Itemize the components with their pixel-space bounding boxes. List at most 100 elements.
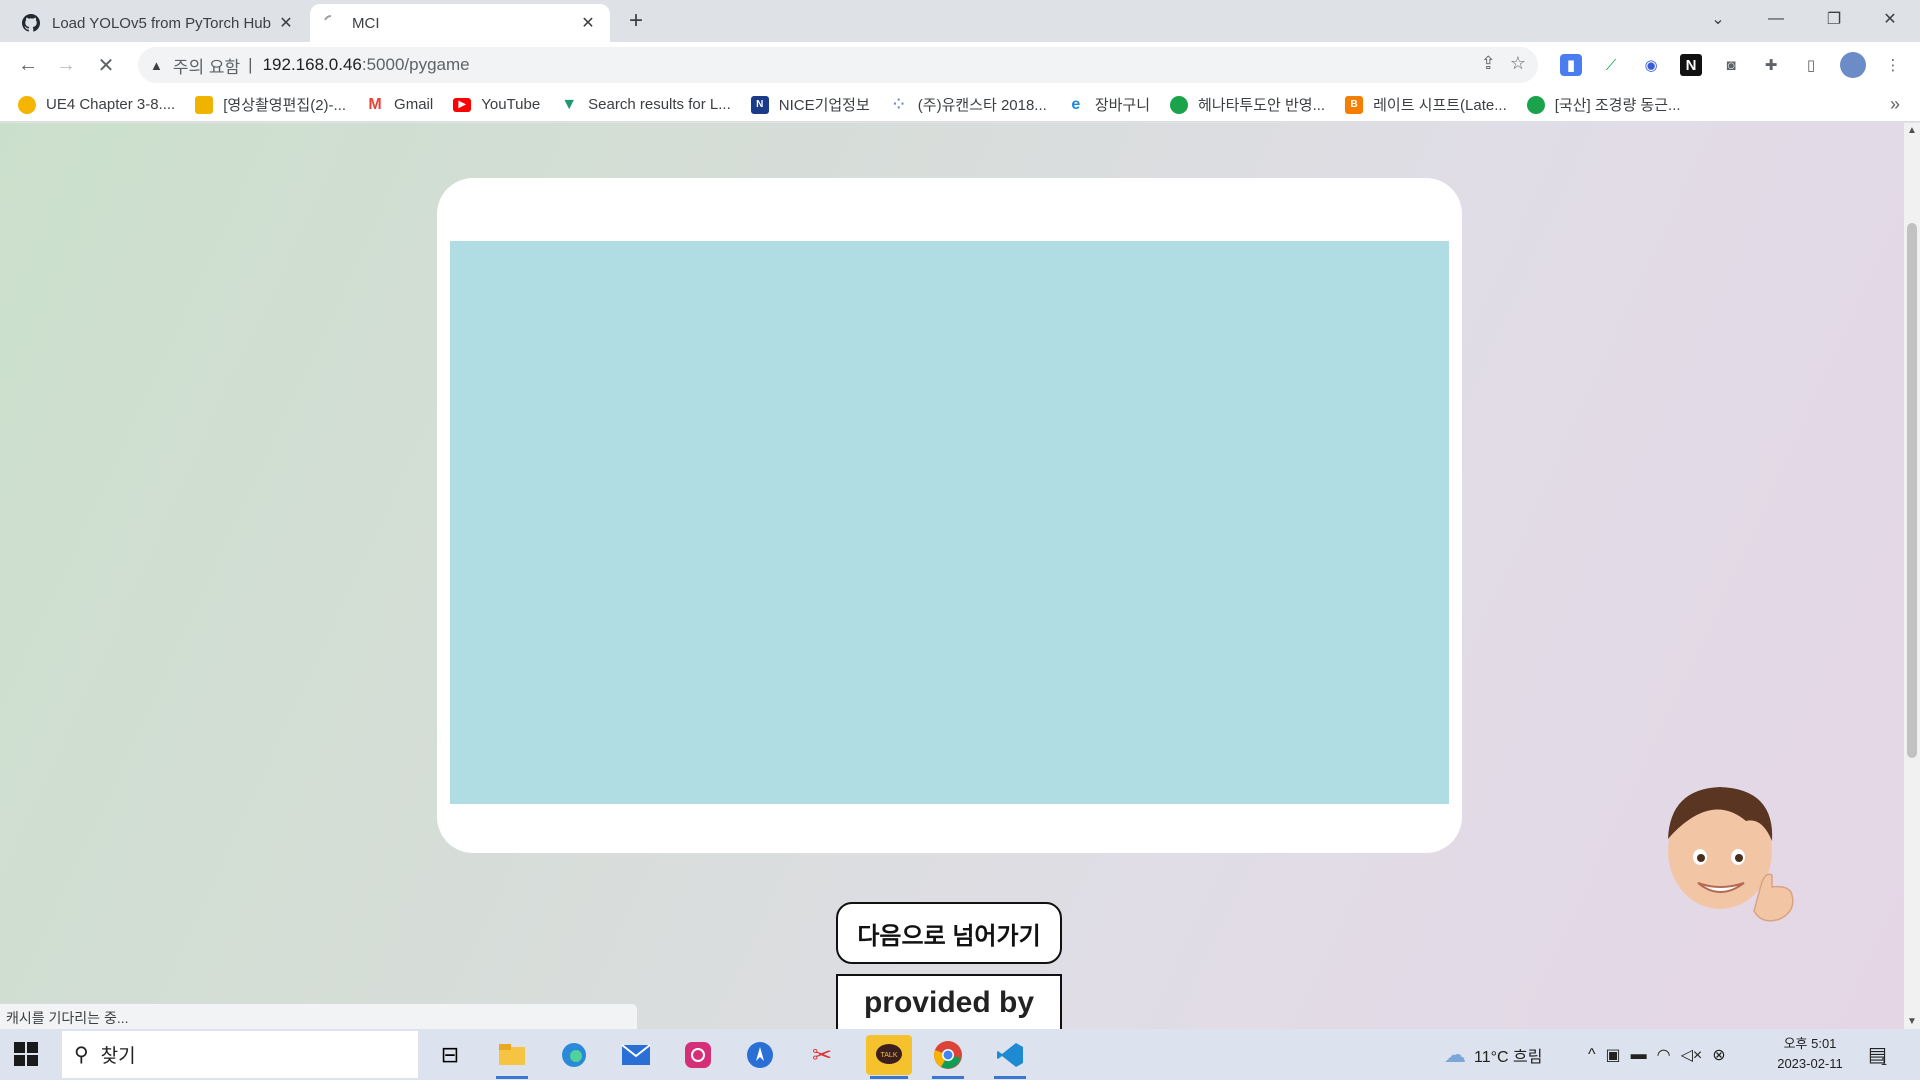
url-path: :5000/pygame bbox=[361, 55, 470, 74]
windows-start-icon[interactable] bbox=[14, 1042, 38, 1066]
bookmark-label: [국산] 조경량 동근... bbox=[1554, 97, 1681, 114]
close-icon[interactable]: ✕ bbox=[578, 13, 598, 33]
stop-loading-button[interactable]: ✕ bbox=[92, 51, 120, 79]
clock-time: 오후 5:01 bbox=[1783, 1036, 1837, 1051]
moon-icon bbox=[18, 95, 36, 114]
wifi-icon[interactable]: ◠ bbox=[1657, 1045, 1671, 1065]
bookmark-label: [영상촬영편집(2)-... bbox=[223, 97, 347, 114]
mail-icon[interactable] bbox=[616, 1035, 656, 1075]
shield-green-icon bbox=[1170, 95, 1189, 114]
svg-text:TALK: TALK bbox=[881, 1052, 898, 1059]
avatar[interactable] bbox=[1840, 52, 1866, 78]
close-window-button[interactable]: ✕ bbox=[1862, 0, 1918, 38]
dots-icon: ⁘ bbox=[889, 95, 908, 114]
bookmark-item[interactable]: UE4 Chapter 3-8.... bbox=[18, 95, 176, 114]
puzzle-icon[interactable]: ✚ bbox=[1760, 54, 1782, 76]
status-bar-text: 캐시를 기다리는 중... bbox=[0, 1003, 638, 1029]
github-icon bbox=[22, 14, 40, 32]
bookmarks-overflow-button[interactable]: » bbox=[1890, 94, 1900, 115]
taskbar-search[interactable]: ⚲ 찾기 bbox=[62, 1031, 418, 1078]
extension-icon[interactable]: ▮ bbox=[1560, 54, 1582, 76]
bookmark-label: 장바구니 bbox=[1094, 97, 1151, 114]
bookmark-label: UE4 Chapter 3-8.... bbox=[46, 96, 176, 113]
bookmark-item[interactable]: ⁘ (주)유캔스타 2018... bbox=[889, 94, 1047, 115]
gmail-icon: M bbox=[366, 95, 385, 114]
system-tray: ^ ▣ ▬ ◠ ◁× ⊗ bbox=[1588, 1029, 1726, 1080]
tab-yolov5[interactable]: Load YOLOv5 from PyTorch Hub ✕ bbox=[10, 4, 308, 42]
side-panel-icon[interactable]: ▯ bbox=[1800, 54, 1822, 76]
bookmark-label: NICE기업정보 bbox=[778, 97, 870, 114]
address-bar[interactable]: ▲ 주의 요함 | 192.168.0.46:5000/pygame ⇪ ☆ bbox=[138, 47, 1538, 83]
bookmark-item[interactable]: N NICE기업정보 bbox=[750, 94, 870, 115]
bookmark-label: Search results for L... bbox=[588, 96, 731, 113]
page-scrollbar[interactable]: ▲ ▼ bbox=[1904, 123, 1920, 1029]
tab-mci[interactable]: MCI ✕ bbox=[310, 4, 610, 42]
close-icon[interactable]: ✕ bbox=[276, 13, 296, 33]
meet-now-icon[interactable]: ▣ bbox=[1606, 1045, 1621, 1065]
taskbar-clock[interactable]: 오후 5:01 2023-02-11 bbox=[1760, 1034, 1860, 1074]
blogger-icon: B bbox=[1345, 95, 1364, 114]
new-tab-button[interactable]: + bbox=[622, 8, 650, 36]
nice-icon: N bbox=[750, 95, 769, 114]
game-canvas[interactable] bbox=[450, 241, 1449, 804]
task-view-icon[interactable]: ⊟ bbox=[430, 1035, 470, 1075]
pen-icon[interactable]: ⟋ bbox=[1600, 54, 1622, 76]
bookmark-item[interactable]: M Gmail bbox=[366, 95, 434, 114]
bookmark-label: Gmail bbox=[394, 96, 434, 113]
bookmark-item[interactable]: [국산] 조경량 동근... bbox=[1526, 94, 1681, 115]
tab-title: MCI bbox=[352, 14, 380, 32]
youtube-icon: ▶ bbox=[453, 97, 472, 112]
windows-taskbar: ⚲ 찾기 ⊟ ✂ TALK ☁ 11°C 흐림 ^ ▣ ▬ ◠ ◁× ⊗ 오후 … bbox=[0, 1029, 1920, 1080]
bookmark-label: YouTube bbox=[481, 96, 541, 113]
cast-icon[interactable]: ◉ bbox=[1640, 54, 1662, 76]
scroll-up-icon[interactable]: ▲ bbox=[1904, 125, 1920, 136]
menu-icon[interactable]: ⋮ bbox=[1882, 54, 1904, 76]
weather-widget[interactable]: ☁ 11°C 흐림 bbox=[1444, 1029, 1542, 1080]
file-explorer-icon[interactable] bbox=[492, 1035, 532, 1079]
notification-badge: 1 bbox=[1880, 1055, 1888, 1068]
vscode-icon[interactable] bbox=[990, 1035, 1030, 1079]
bookmark-item[interactable]: ▶ YouTube bbox=[453, 96, 540, 113]
scroll-down-icon[interactable]: ▼ bbox=[1904, 1016, 1920, 1027]
ime-icon[interactable]: ⊗ bbox=[1712, 1045, 1725, 1065]
back-button[interactable]: ← bbox=[14, 51, 42, 79]
kakaotalk-icon[interactable]: TALK bbox=[866, 1035, 912, 1079]
snipping-tool-icon[interactable]: ✂ bbox=[802, 1035, 842, 1075]
bookmark-label: 헤나타투도안 반영... bbox=[1198, 97, 1326, 114]
loading-spinner-icon bbox=[322, 14, 340, 32]
credit-box: provided by bbox=[836, 974, 1062, 1029]
chevron-down-icon[interactable]: ⌄ bbox=[1690, 0, 1746, 38]
security-label[interactable]: 주의 요함 bbox=[173, 53, 240, 78]
bookmark-item[interactable]: ▼ Search results for L... bbox=[560, 95, 731, 114]
edge-icon[interactable] bbox=[554, 1035, 594, 1075]
bookmark-item[interactable]: e 장바구니 bbox=[1066, 94, 1151, 115]
bookmark-item[interactable]: B 레이트 시프트(Late... bbox=[1345, 94, 1507, 115]
ie-icon: e bbox=[1066, 95, 1085, 114]
notification-center-icon[interactable]: ▤ 1 bbox=[1868, 1029, 1887, 1080]
chevron-up-icon[interactable]: ^ bbox=[1588, 1046, 1596, 1064]
weather-text: 11°C 흐림 bbox=[1474, 1048, 1543, 1066]
game-card bbox=[437, 178, 1462, 853]
camera-icon[interactable]: ◙ bbox=[1720, 54, 1742, 76]
instagram-icon[interactable] bbox=[678, 1035, 718, 1075]
forward-button[interactable]: → bbox=[52, 51, 80, 79]
bookmark-star-icon[interactable]: ☆ bbox=[1510, 53, 1526, 74]
chrome-icon[interactable] bbox=[928, 1035, 968, 1079]
restore-button[interactable]: ❐ bbox=[1806, 0, 1862, 38]
search-icon: ⚲ bbox=[74, 1044, 89, 1066]
volume-muted-icon[interactable]: ◁× bbox=[1681, 1045, 1703, 1065]
notion-icon[interactable]: N bbox=[1680, 54, 1702, 76]
minimize-button[interactable]: — bbox=[1748, 0, 1804, 38]
bookmark-item[interactable]: 헤나타투도안 반영... bbox=[1170, 94, 1325, 115]
bookmark-label: (주)유캔스타 2018... bbox=[917, 97, 1047, 114]
search-placeholder: 찾기 bbox=[100, 1046, 136, 1067]
bookmark-label: 레이트 시프트(Late... bbox=[1373, 97, 1507, 114]
navigation-app-icon[interactable] bbox=[740, 1035, 780, 1075]
classroom-icon bbox=[195, 95, 214, 114]
next-button[interactable]: 다음으로 넘어가기 bbox=[836, 902, 1062, 964]
warning-icon[interactable]: ▲ bbox=[150, 58, 163, 73]
scrollbar-thumb[interactable] bbox=[1907, 223, 1917, 758]
bookmark-item[interactable]: [영상촬영편집(2)-... bbox=[195, 94, 346, 115]
battery-icon[interactable]: ▬ bbox=[1631, 1046, 1647, 1064]
share-icon[interactable]: ⇪ bbox=[1481, 53, 1496, 74]
